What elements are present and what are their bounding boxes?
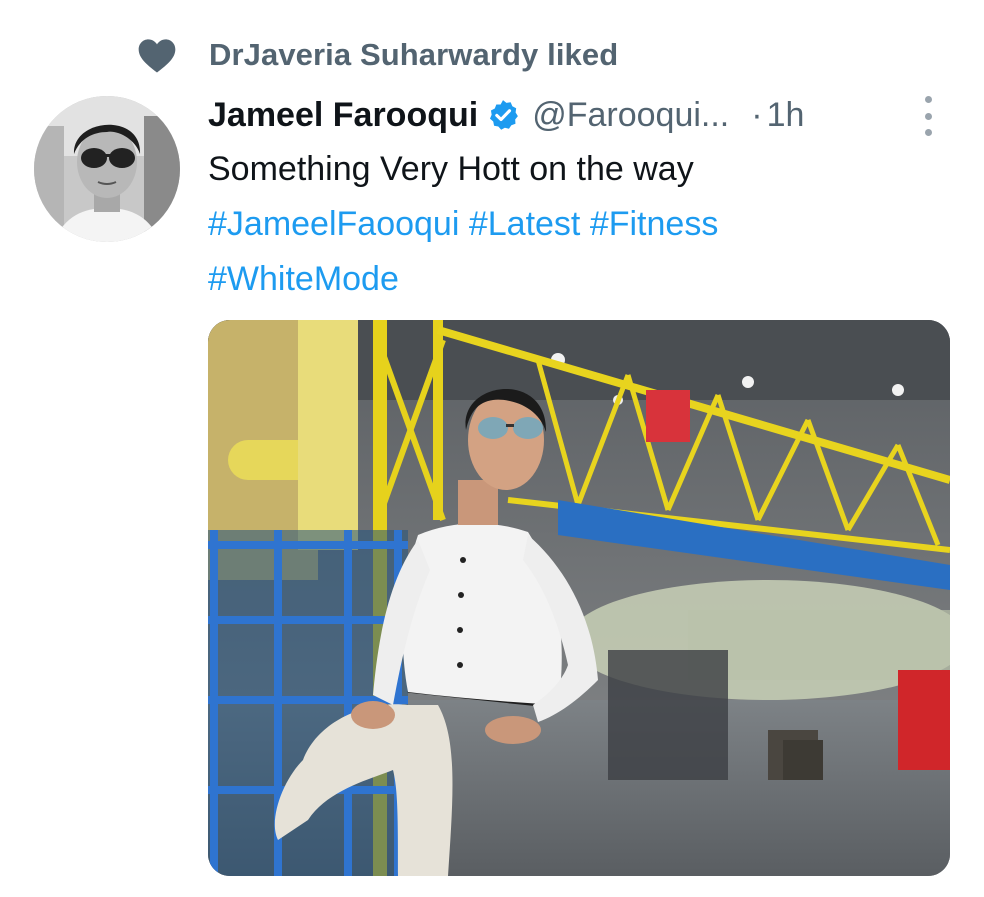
author-name[interactable]: Jameel Farooqui xyxy=(208,96,478,135)
tweet-text: Something Very Hott on the way #JameelFa… xyxy=(208,142,908,307)
hashtag-link[interactable]: #Fitness xyxy=(590,205,719,243)
more-dot xyxy=(924,112,932,120)
hashtags-line-1: #JameelFaooqui #Latest #Fitness xyxy=(208,197,908,252)
tweet-text-line: Something Very Hott on the way xyxy=(208,150,694,188)
heart-icon xyxy=(137,35,177,75)
hashtag-link[interactable]: #Latest xyxy=(469,205,581,243)
social-context[interactable]: DrJaveria Suharwardy liked xyxy=(137,33,618,77)
social-context-text: DrJaveria Suharwardy liked xyxy=(209,37,619,72)
tweet-header: Jameel Farooqui @Farooqui... · 1h xyxy=(208,90,944,140)
more-vertical-icon[interactable] xyxy=(918,96,938,136)
more-dot xyxy=(924,129,932,136)
more-dot xyxy=(924,96,932,103)
hashtag-link[interactable]: #JameelFaooqui xyxy=(208,205,459,243)
avatar[interactable] xyxy=(34,96,180,242)
verified-badge-icon[interactable] xyxy=(486,97,522,133)
hashtags-line-2: #WhiteMode xyxy=(208,252,908,307)
author-handle[interactable]: @Farooqui... xyxy=(532,96,729,135)
tweet-photo[interactable] xyxy=(208,320,950,876)
timestamp[interactable]: 1h xyxy=(767,96,805,135)
hashtag-link[interactable]: #WhiteMode xyxy=(208,260,399,298)
separator-dot: · xyxy=(751,95,763,134)
